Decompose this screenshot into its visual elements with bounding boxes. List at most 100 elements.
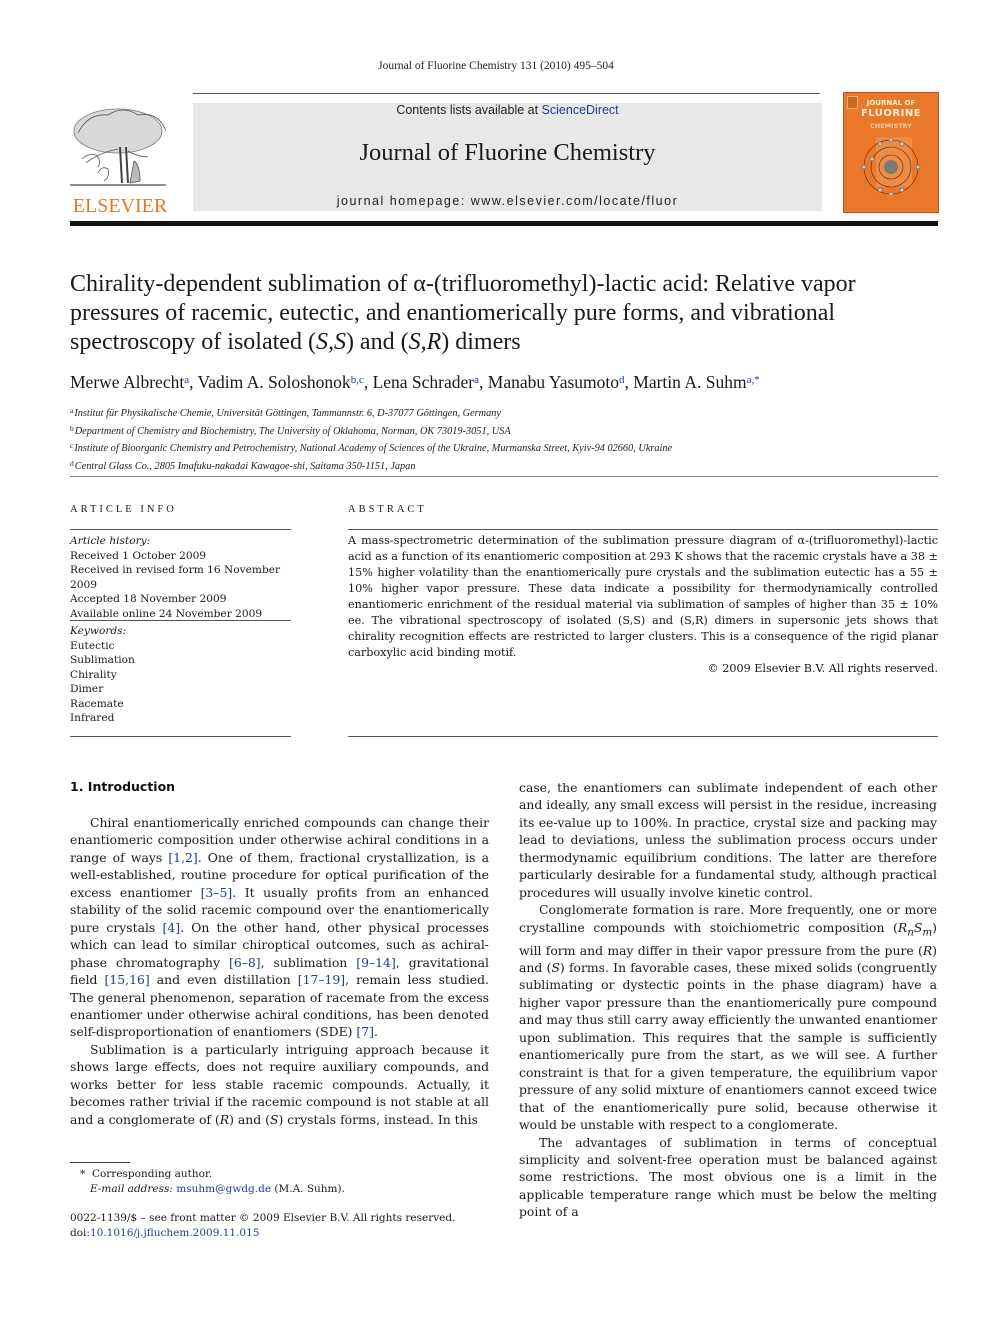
journal-citation: Journal of Fluorine Chemistry 131 (2010)…	[378, 60, 614, 72]
reference-link[interactable]: [15,16]	[105, 972, 150, 987]
history-item: Available online 24 November 2009	[70, 607, 263, 620]
paragraph: Sublimation is a particularly intriguing…	[70, 1041, 489, 1127]
header-divider	[193, 93, 820, 94]
affiliation-key: a	[70, 406, 74, 415]
italic-symbol: S	[551, 960, 560, 975]
affiliation-text: Institut für Physikalische Chemie, Unive…	[74, 408, 501, 419]
affiliations: aInstitut für Physikalische Chemie, Univ…	[70, 404, 940, 474]
page-footer: 0022-1139/$ – see front matter © 2009 El…	[70, 1211, 510, 1241]
author-name: Lena Schrader	[372, 372, 475, 392]
article-info-heading: ARTICLE INFO	[70, 504, 177, 515]
journal-title: Journal of Fluorine Chemistry	[359, 139, 656, 166]
author[interactable]: Manabu Yasumotod	[488, 372, 625, 392]
reference-link[interactable]: [1,2]	[168, 850, 197, 865]
history-item: Accepted 18 November 2009	[70, 593, 227, 605]
title-sr: S,R	[408, 329, 442, 355]
affiliation: bDepartment of Chemistry and Biochemistr…	[70, 422, 940, 440]
keyword: Eutectic	[70, 639, 115, 652]
reference-link[interactable]: [9–14]	[356, 955, 396, 970]
author-name: Martin A. Suhm	[633, 372, 747, 392]
keywords-label: Keywords:	[70, 625, 127, 637]
author[interactable]: Lena Schradera	[373, 372, 479, 392]
cover-title-line1: JOURNAL OF	[866, 99, 916, 107]
italic-symbol: R	[897, 919, 908, 935]
homepage-prefix: journal homepage:	[336, 194, 471, 208]
contents-line: Contents lists available at ScienceDirec…	[193, 103, 822, 117]
author[interactable]: Vadim A. Soloshonokb,c	[198, 372, 364, 392]
keyword: Infrared	[70, 712, 115, 724]
italic-symbol: S	[269, 1111, 279, 1127]
paragraph: Chiral enantiomerically enriched compoun…	[70, 815, 490, 1040]
keyword: Dimer	[70, 683, 104, 695]
section-divider	[70, 476, 938, 477]
italic-symbol: R	[219, 1111, 230, 1127]
title-end: ) dimers	[441, 329, 521, 355]
paragraph: The advantages of sublimation in terms o…	[519, 1134, 937, 1220]
affiliation-marker[interactable]: a	[184, 374, 189, 386]
info-rule	[70, 529, 291, 530]
atom-icon	[861, 137, 921, 195]
affiliation: cInstitute of Bioorganic Chemistry and P…	[70, 439, 940, 457]
elsevier-logo[interactable]: ELSEVIER	[68, 103, 172, 217]
abstract-rule	[348, 736, 938, 737]
affiliation-key: b	[70, 423, 74, 433]
journal-banner: Contents lists available at ScienceDirec…	[193, 103, 822, 211]
paragraph: Conglomerate formation is rare. More fre…	[519, 902, 937, 1133]
reference-link[interactable]: [3–5]	[201, 885, 233, 900]
journal-homepage: journal homepage: www.elsevier.com/locat…	[193, 194, 822, 208]
history-item: Received 1 October 2009	[70, 549, 207, 562]
affiliation-marker[interactable]: d	[619, 374, 625, 386]
subscript: m	[922, 926, 933, 939]
reference-link[interactable]: [4]	[163, 920, 181, 935]
sciencedirect-link[interactable]: ScienceDirect	[542, 103, 619, 117]
author-name: Vadim A. Soloshonok	[197, 372, 351, 392]
author[interactable]: Merwe Albrechta	[70, 372, 189, 392]
affiliation-text: Department of Chemistry and Biochemistry…	[74, 425, 511, 437]
author-name: Manabu Yasumoto	[487, 372, 620, 392]
author[interactable]: Martin A. Suhma,*	[633, 372, 759, 392]
journal-cover-thumbnail[interactable]: JOURNAL OF FLUORINE CHEMISTRY	[843, 92, 939, 213]
title-mid: ) and (	[345, 329, 409, 355]
affiliation-key: d	[70, 458, 74, 468]
footnote-rule	[70, 1162, 130, 1163]
keywords: Keywords: Eutectic Sublimation Chirality…	[70, 624, 300, 726]
section-heading-introduction: 1. Introduction	[70, 779, 176, 794]
email-link[interactable]: msuhm@gwdg.de	[176, 1183, 271, 1195]
body-column-right: case, the enantiomers can sublimate inde…	[519, 779, 937, 1221]
keyword: Racemate	[70, 697, 124, 710]
homepage-url-link[interactable]: www.elsevier.com/locate/fluor	[471, 194, 678, 208]
elsevier-wordmark: ELSEVIER	[72, 195, 168, 217]
abstract-copyright: © 2009 Elsevier B.V. All rights reserved…	[707, 662, 938, 675]
email-owner: (M.A. Suhm).	[271, 1182, 345, 1195]
author-list: Merwe Albrechta, Vadim A. Soloshonokb,c,…	[70, 372, 760, 392]
affiliation-text: Central Glass Co., 2805 Imafuku-nakadai …	[74, 460, 416, 472]
body-column-left: Chiral enantiomerically enriched compoun…	[70, 814, 489, 1128]
affiliation-marker[interactable]: b,c	[351, 374, 364, 386]
keyword: Sublimation	[70, 654, 135, 666]
elsevier-tree-icon	[70, 108, 167, 186]
reference-link[interactable]: [7]	[356, 1024, 374, 1039]
affiliation: dCentral Glass Co., 2805 Imafuku-nakadai…	[70, 457, 940, 475]
doi-link[interactable]: 10.1016/j.jfluchem.2009.11.015	[90, 1227, 260, 1239]
email-label: E-mail address:	[90, 1182, 173, 1195]
author-name: Merwe Albrecht	[70, 372, 185, 392]
abstract-rule	[348, 529, 938, 530]
info-rule	[70, 736, 291, 737]
history-label: Article history:	[70, 535, 151, 547]
affiliation-marker[interactable]: a,*	[747, 374, 760, 386]
affiliation-key: c	[70, 441, 74, 450]
subscript: n	[907, 926, 914, 939]
abstract-text: A mass-spectrometric determination of th…	[348, 534, 938, 659]
contents-prefix: Contents lists available at	[396, 103, 542, 117]
article-title: Chirality-dependent sublimation of α-(tr…	[70, 270, 940, 357]
header-thick-rule	[70, 221, 938, 226]
keyword: Chirality	[70, 668, 117, 681]
affiliation: aInstitut für Physikalische Chemie, Univ…	[70, 404, 940, 422]
reference-link[interactable]: [6–8]	[229, 955, 261, 970]
affiliation-marker[interactable]: a	[474, 374, 479, 386]
footnote-marker: *	[80, 1168, 86, 1180]
cover-title-line3: CHEMISTRY	[869, 122, 912, 130]
reference-link[interactable]: [17–19]	[298, 972, 345, 987]
history-item: Received in revised form 16 November 200…	[70, 564, 281, 591]
italic-symbol: R	[922, 942, 933, 958]
